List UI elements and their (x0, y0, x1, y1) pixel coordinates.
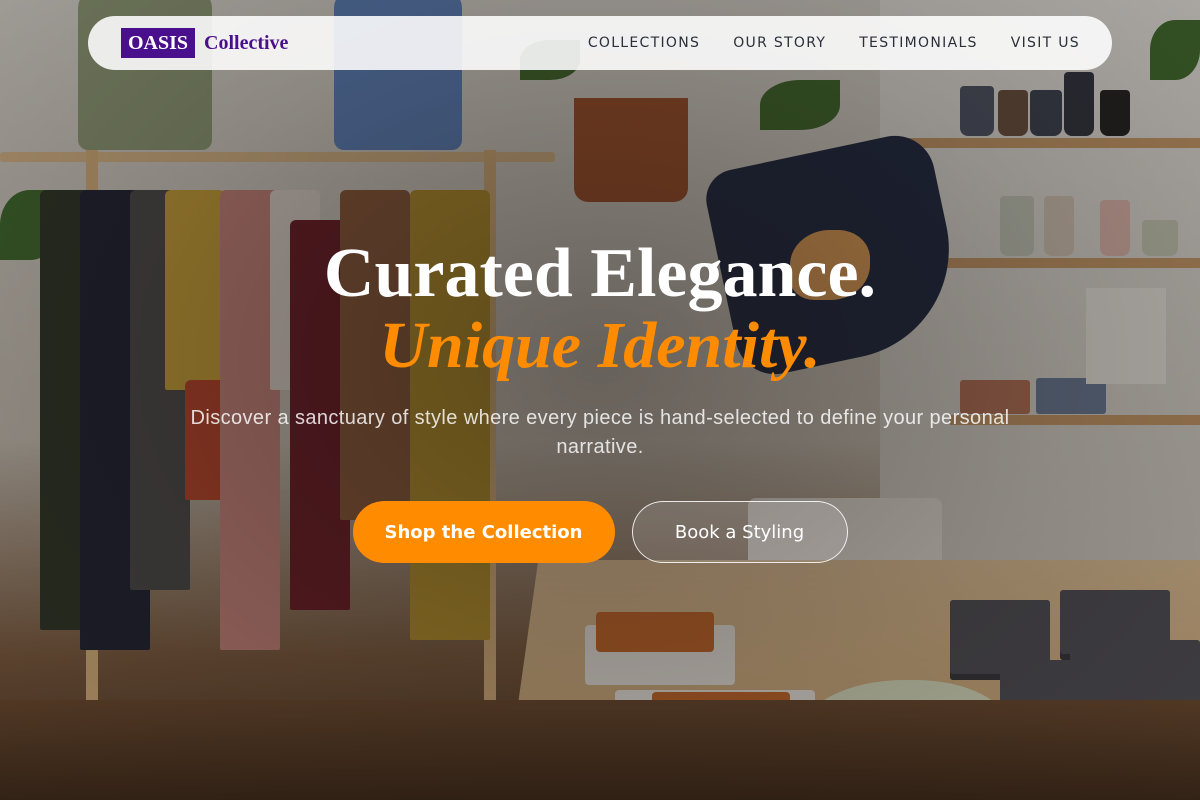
hero-section: OASIS Collective COLLECTIONS OUR STORY T… (0, 0, 1200, 800)
hero-headline: Curated Elegance. (323, 235, 877, 312)
dark-overlay (0, 0, 1200, 800)
logo-text: Collective (204, 31, 289, 54)
book-styling-button[interactable]: Book a Styling (631, 501, 848, 563)
logo-mark: OASIS (121, 28, 196, 58)
nav-link-visit-us[interactable]: VISIT US (1011, 35, 1080, 51)
top-navbar: OASIS Collective COLLECTIONS OUR STORY T… (88, 16, 1112, 70)
nav-links: COLLECTIONS OUR STORY TESTIMONIALS VISIT… (588, 35, 1080, 51)
nav-link-testimonials[interactable]: TESTIMONIALS (859, 35, 978, 51)
hero-subtext: Discover a sanctuary of style where ever… (190, 407, 1010, 458)
cta-group: Shop the Collection Book a Styling (0, 501, 1200, 563)
nav-link-our-story[interactable]: OUR STORY (733, 35, 826, 51)
shop-collection-button[interactable]: Shop the Collection (352, 501, 615, 563)
brand-logo[interactable]: OASIS Collective (121, 28, 288, 58)
hero-headline-accent: Unique Identity. (379, 309, 821, 382)
nav-link-collections[interactable]: COLLECTIONS (588, 35, 700, 51)
